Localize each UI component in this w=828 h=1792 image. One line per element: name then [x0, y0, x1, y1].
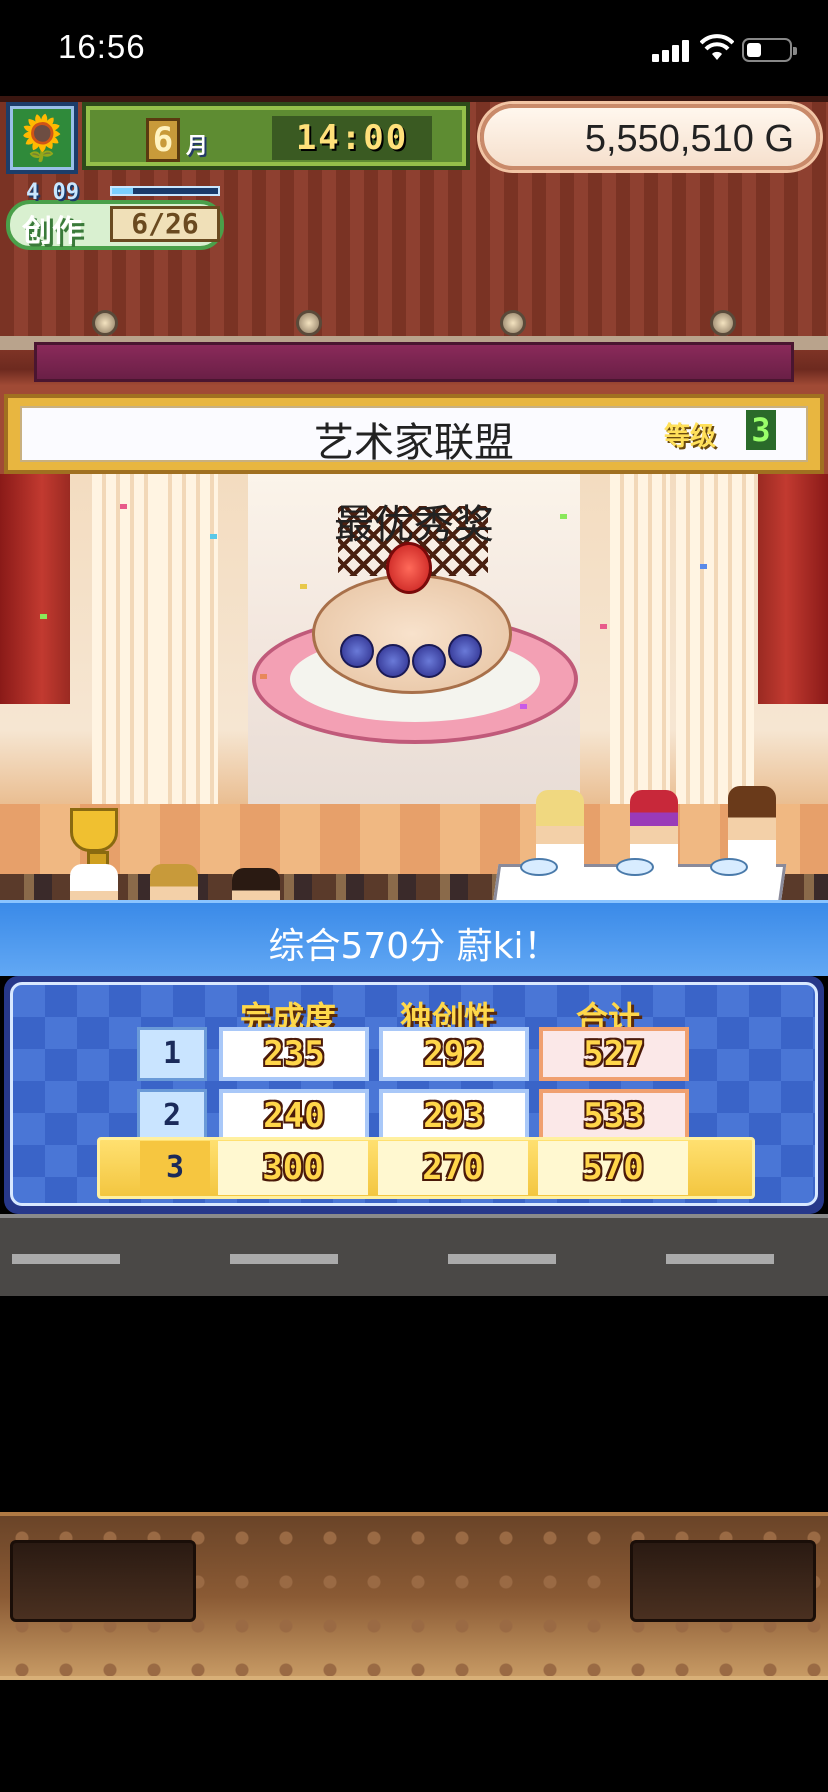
road-marking [230, 1254, 338, 1264]
score-completion: 240 [219, 1089, 369, 1143]
light-bulb-icon [92, 310, 118, 336]
trophy-icon [70, 808, 118, 871]
judge-plate [616, 858, 654, 876]
work-label: 创作 [22, 214, 82, 249]
sunflower-icon[interactable]: 🌻 [6, 102, 78, 174]
confetti [120, 504, 127, 509]
confetti [600, 624, 607, 629]
work-count: 6/26 [110, 206, 220, 242]
blueberry [412, 644, 446, 678]
work-progress-bar [110, 186, 220, 196]
confetti [560, 514, 567, 519]
date-panel: 6 月 14:00 [82, 102, 470, 170]
status-bar: 16:56 [0, 0, 828, 96]
staff-character [150, 864, 198, 900]
wifi-icon [700, 34, 734, 60]
confetti [40, 614, 47, 619]
result-summary-bar: 综合570分 蔚ki！ [0, 900, 828, 976]
award-title: 最优秀奖 [334, 502, 494, 548]
judge-plate [520, 858, 558, 876]
score-completion: 235 [219, 1027, 369, 1081]
score-originality: 292 [379, 1027, 529, 1081]
score-total: 527 [539, 1027, 689, 1081]
score-board-inner: 完成度 独创性 合计 1 235 292 527 2 240 293 533 3… [10, 982, 818, 1206]
blueberry [448, 634, 482, 668]
contest-hall: 最优秀奖 [0, 474, 828, 900]
bottom-panel [0, 1512, 828, 1680]
game-screen: { "status_bar": {"time": "16:56"}, "hud"… [0, 0, 828, 1792]
confetti [210, 534, 217, 539]
work-pill: 创作 6/26 [6, 200, 224, 250]
stage-banner [34, 342, 794, 382]
contest-title-plate: 艺术家联盟 等级 3 [4, 394, 824, 474]
blueberry [340, 634, 374, 668]
confetti [520, 704, 527, 709]
score-total: 570 [538, 1141, 688, 1195]
status-time: 16:56 [58, 28, 146, 65]
confetti [260, 674, 267, 679]
money-value: 5,550,510 G [584, 118, 794, 160]
rank-1: 1 [137, 1027, 207, 1081]
result-summary: 综合570分 蔚ki！ [268, 926, 560, 967]
confetti [700, 564, 707, 569]
table-row-highlighted: 3 300 270 570 [97, 1137, 755, 1199]
work-level: 4 09 [26, 180, 79, 205]
score-originality: 270 [378, 1141, 528, 1195]
staff-character [232, 868, 280, 900]
cellular-signal-icon [652, 38, 692, 62]
judge-plate [710, 858, 748, 876]
grade-value: 3 [746, 410, 776, 450]
rank-3: 3 [140, 1141, 210, 1195]
game-time: 14:00 [272, 116, 432, 160]
road-marking [12, 1254, 120, 1264]
score-completion: 300 [218, 1141, 368, 1195]
grade-label: 等级 [663, 422, 716, 452]
money-display: 5,550,510 G [480, 104, 820, 170]
score-total: 533 [539, 1089, 689, 1143]
work-status[interactable]: 创作 6/26 4 09 [6, 180, 224, 250]
road-marking [666, 1254, 774, 1264]
road-marking [448, 1254, 556, 1264]
light-bulb-icon [500, 310, 526, 336]
confetti [300, 584, 307, 589]
rank-2: 2 [137, 1089, 207, 1143]
light-bulb-icon [296, 310, 322, 336]
score-board: 完成度 独创性 合计 1 235 292 527 2 240 293 533 3… [4, 976, 824, 1214]
game-scene: 🌻 6 月 14:00 5,550,510 G 创作 6/26 4 09 艺术家… [0, 96, 828, 900]
battery-icon [742, 38, 797, 62]
month-value: 6 [146, 118, 180, 162]
road [0, 1214, 828, 1296]
chef-character [70, 864, 118, 900]
light-bulb-icon [710, 310, 736, 336]
right-menu-button[interactable] [630, 1540, 816, 1622]
month-unit: 月 [186, 134, 209, 159]
score-originality: 293 [379, 1089, 529, 1143]
left-menu-button[interactable] [10, 1540, 196, 1622]
blueberry [376, 644, 410, 678]
